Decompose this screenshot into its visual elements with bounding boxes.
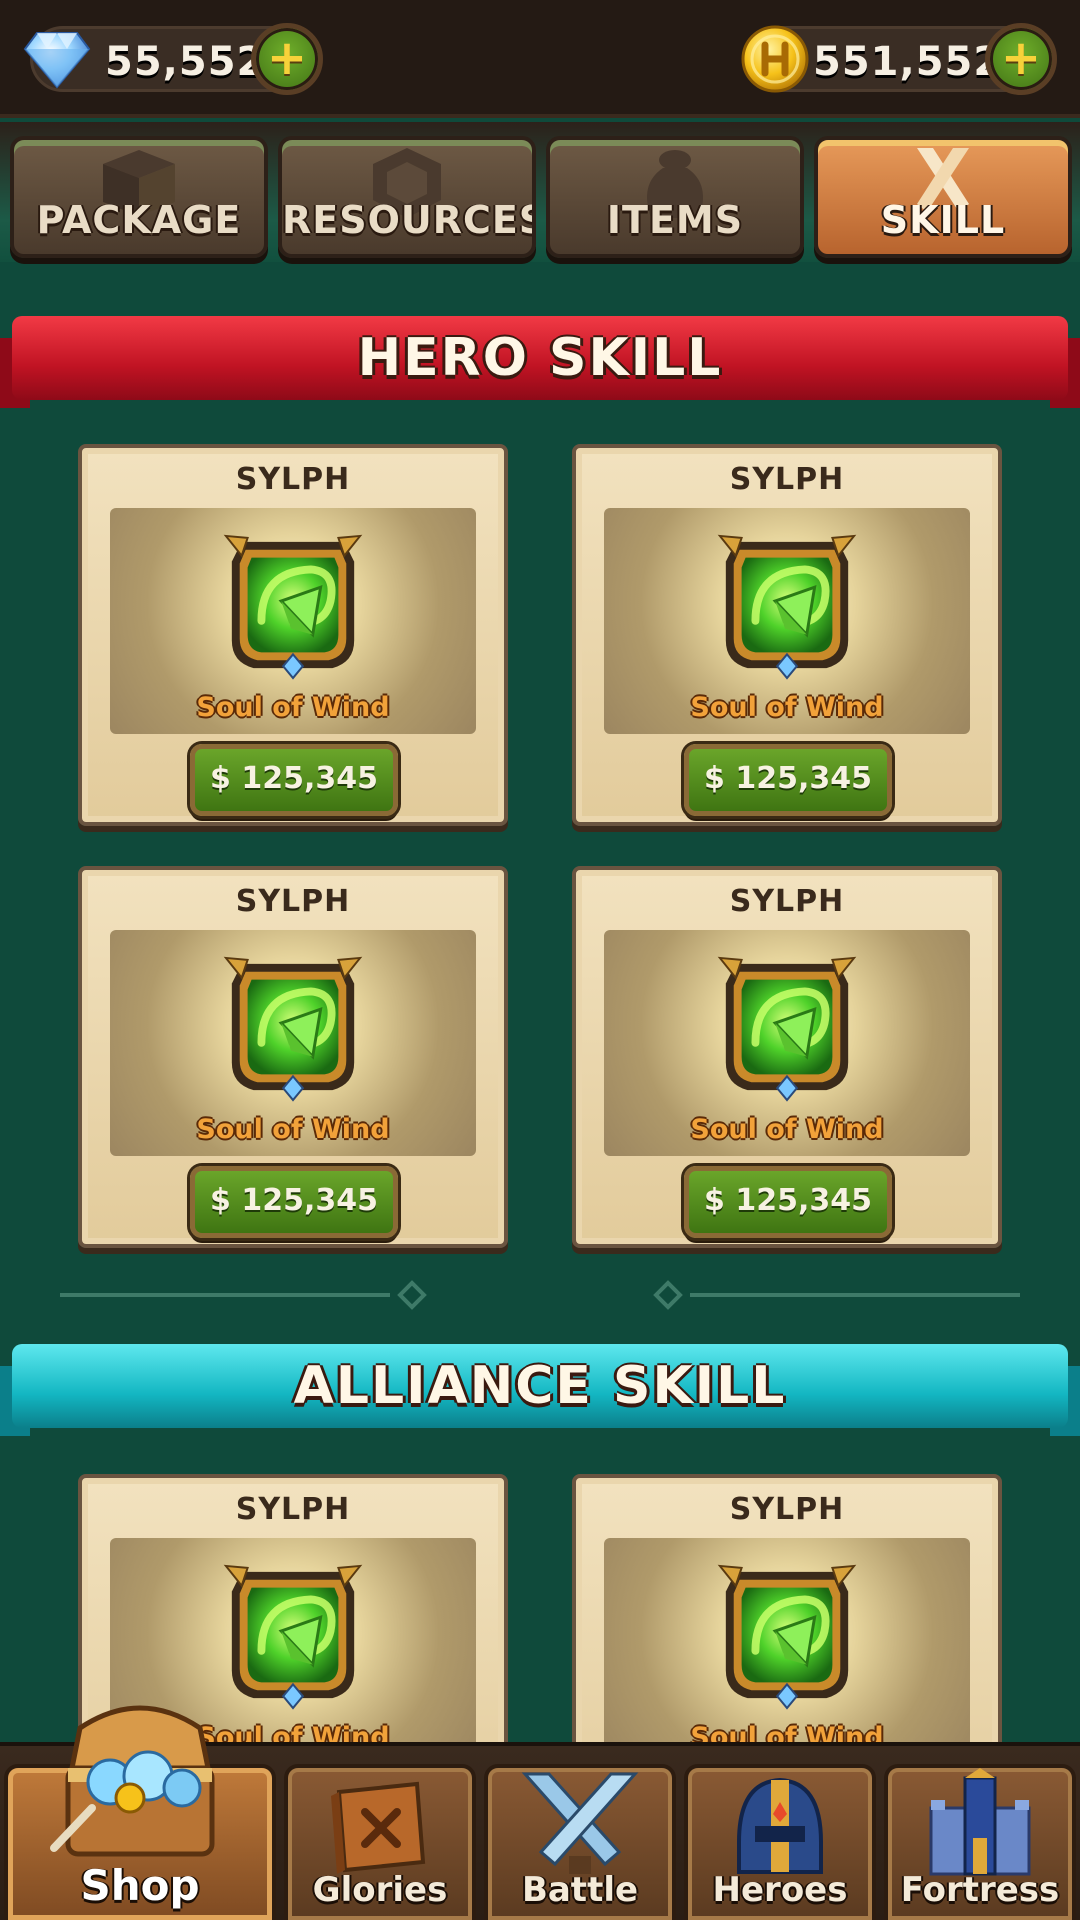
tab-skill[interactable]: SKILL: [814, 136, 1072, 258]
soul-of-wind-icon: [221, 954, 365, 1102]
crossed-swords-icon: [521, 1772, 639, 1874]
bottom-nav: Shop Glories Battle Heroes Fortress: [0, 1705, 1080, 1920]
tab-resources[interactable]: RESOURCES: [278, 136, 536, 258]
top-bar: 55,552 + 551,552 +: [0, 0, 1080, 118]
alliance-skill-title: ALLIANCE SKILL: [293, 1356, 787, 1416]
nav-shop[interactable]: Shop: [4, 1705, 276, 1920]
add-gold-button[interactable]: +: [985, 23, 1057, 95]
alliance-skill-banner: ALLIANCE SKILL: [0, 1336, 1080, 1436]
buy-button[interactable]: $ 125,345: [684, 744, 892, 816]
skill-card[interactable]: SYLPH Soul of Wind $ 125,345: [78, 866, 508, 1248]
nav-glories-label: Glories: [312, 1870, 448, 1910]
nav-heroes-label: Heroes: [712, 1870, 848, 1910]
plus-icon: +: [1000, 30, 1042, 87]
tab-items[interactable]: ITEMS: [546, 136, 804, 258]
skill-card[interactable]: SYLPH Soul of Wind $ 125,345: [572, 866, 1002, 1248]
buy-button[interactable]: $ 125,345: [190, 744, 398, 816]
soul-of-wind-icon: [221, 532, 365, 680]
add-gems-button[interactable]: +: [251, 23, 323, 95]
hero-name: SYLPH: [235, 462, 351, 497]
hero-name: SYLPH: [729, 1492, 845, 1527]
gold-coin-icon: [741, 25, 809, 93]
price-label: $ 125,345: [704, 1183, 872, 1218]
soul-of-wind-icon: [221, 1562, 365, 1710]
tab-items-label: ITEMS: [606, 198, 744, 242]
skill-name: Soul of Wind: [196, 1114, 390, 1145]
hero-name: SYLPH: [235, 1492, 351, 1527]
hero-skill-title: HERO SKILL: [357, 328, 723, 388]
gold-counter: 551,552 +: [741, 23, 1057, 95]
soul-of-wind-icon: [715, 1562, 859, 1710]
skill-card[interactable]: SYLPH Soul of Wind $ 125,345: [572, 444, 1002, 826]
tab-package-label: PACKAGE: [36, 198, 242, 242]
section-divider: [60, 1280, 1020, 1310]
book-icon: [331, 1781, 426, 1874]
price-label: $ 125,345: [210, 761, 378, 796]
gem-amount: 55,552: [105, 39, 266, 85]
diamond-icon: [23, 32, 91, 89]
nav-battle-label: Battle: [521, 1870, 639, 1910]
skill-name: Soul of Wind: [196, 692, 390, 723]
skill-name: Soul of Wind: [690, 1114, 884, 1145]
nav-heroes[interactable]: Heroes: [684, 1764, 876, 1920]
soul-of-wind-icon: [715, 532, 859, 680]
nav-glories[interactable]: Glories: [284, 1764, 476, 1920]
hero-name: SYLPH: [235, 884, 351, 919]
fortress-icon: [929, 1768, 1031, 1876]
nav-battle[interactable]: Battle: [484, 1764, 676, 1920]
tab-resources-label: RESOURCES: [282, 198, 536, 242]
helmet-icon: [737, 1777, 823, 1874]
skill-card[interactable]: SYLPH Soul of Wind $ 125,345: [78, 444, 508, 826]
gem-counter: 55,552 +: [23, 23, 323, 95]
hero-skill-banner: HERO SKILL: [0, 308, 1080, 408]
buy-button[interactable]: $ 125,345: [684, 1166, 892, 1238]
skill-name: Soul of Wind: [690, 692, 884, 723]
plus-icon: +: [266, 30, 308, 87]
nav-shop-label: Shop: [80, 1861, 200, 1910]
treasure-chest-icon: [50, 1705, 215, 1857]
price-label: $ 125,345: [704, 761, 872, 796]
nav-fortress-label: Fortress: [900, 1870, 1060, 1910]
tab-package[interactable]: PACKAGE: [10, 136, 268, 258]
buy-button[interactable]: $ 125,345: [190, 1166, 398, 1238]
nav-fortress[interactable]: Fortress: [884, 1764, 1076, 1920]
hero-name: SYLPH: [729, 462, 845, 497]
tab-skill-label: SKILL: [880, 198, 1006, 242]
hero-name: SYLPH: [729, 884, 845, 919]
soul-of-wind-icon: [715, 954, 859, 1102]
price-label: $ 125,345: [210, 1183, 378, 1218]
gold-amount: 551,552: [813, 39, 1003, 85]
